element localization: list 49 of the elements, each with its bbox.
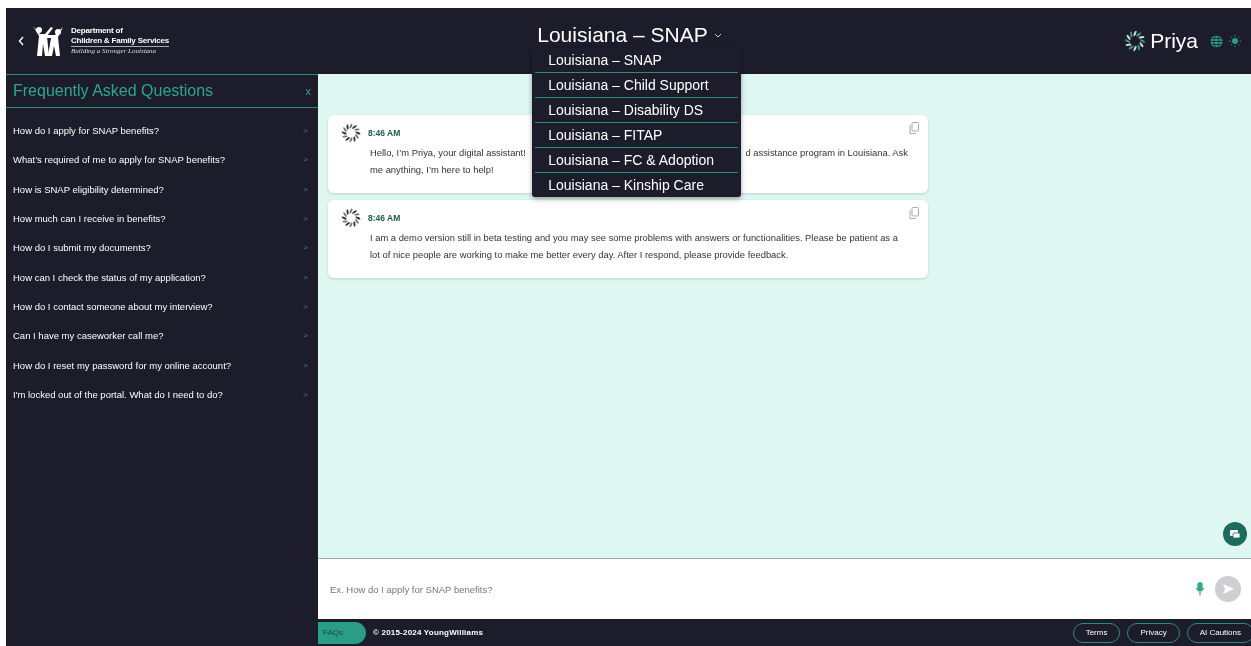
chevron-text: > [303,214,308,224]
logo-text: Children & Family Services [71,36,169,46]
faq-link[interactable]: How do I submit my documents? [13,242,151,254]
chevron-text: > [303,301,308,311]
faq-link[interactable]: Can I have my caseworker call me? [13,330,164,342]
back-icon[interactable] [18,36,25,46]
message-text: I am a demo version still in beta testing and you may see some problems with answers or functionalities. Please be patient as a lot of nice people are working to make me better every day. After I respond, please provide feedback. [370,231,899,262]
chevron-text: > [303,126,308,136]
chevron-text: > [303,389,308,399]
logo-text: Department of [71,26,124,36]
globe-icon[interactable] [1210,34,1223,48]
starburst-avatar-icon [340,207,362,229]
chevron-text: > [303,243,308,253]
message-text: Hello, I’m Priya, your digital assistant! [370,146,526,160]
dropdown-item[interactable]: Louisiana – Disability DS [535,97,739,122]
microphone-icon[interactable] [1195,582,1205,596]
copyright-text: © 2015-2024 YoungWilliams [373,628,484,637]
chat-bubble-button[interactable] [1223,522,1247,546]
faq-link[interactable]: How do I reset my password for my online account? [13,359,232,371]
faq-link[interactable]: I'm locked out of the portal. What do I need to do? [13,388,223,400]
faq-link[interactable]: How do I contact someone about my interview? [13,300,213,312]
message-time: 8:46 AM [368,213,401,223]
faq-link[interactable]: How do I apply for SNAP benefits? [13,125,160,137]
sun-icon[interactable] [1229,35,1241,47]
faq-link[interactable]: How can I check the status of my application? [13,271,206,283]
sidebar-title: Frequently Asked Questions [13,82,214,100]
caret-icon [713,32,722,38]
chevron-text: > [303,184,308,194]
chevron-text: > [303,272,308,282]
faq-link[interactable]: How is SNAP eligibility determined? [13,183,164,195]
faq-link[interactable]: How much can I receive in benefits? [13,213,166,225]
close-button[interactable]: x [305,85,311,97]
starburst-logo-icon [1123,29,1148,53]
message-input[interactable]: Ex. How do I apply for SNAP benefits? [330,583,1185,595]
message-text: me anything, I’m here to help! [370,163,494,177]
family-logo-icon [31,24,65,58]
message-time: 8:46 AM [368,128,401,138]
brand-name: Priya [1150,29,1198,53]
dropdown-item[interactable]: Louisiana – SNAP [535,48,739,72]
chevron-text: > [303,331,308,341]
dropdown-item[interactable]: Louisiana – FC & Adoption [535,147,739,172]
starburst-avatar-icon [340,122,362,144]
message-text: d assistance program in Louisiana. Ask [745,146,908,160]
dropdown-item[interactable]: Louisiana – Child Support [535,72,739,97]
program-selector[interactable]: Louisiana – SNAP [537,23,722,47]
chevron-text: > [303,155,308,165]
chevron-text: > [303,360,308,370]
dropdown-item[interactable]: Louisiana – FITAP [535,122,739,147]
faq-link[interactable]: What’s required of me to apply for SNAP benefits? [13,154,225,166]
